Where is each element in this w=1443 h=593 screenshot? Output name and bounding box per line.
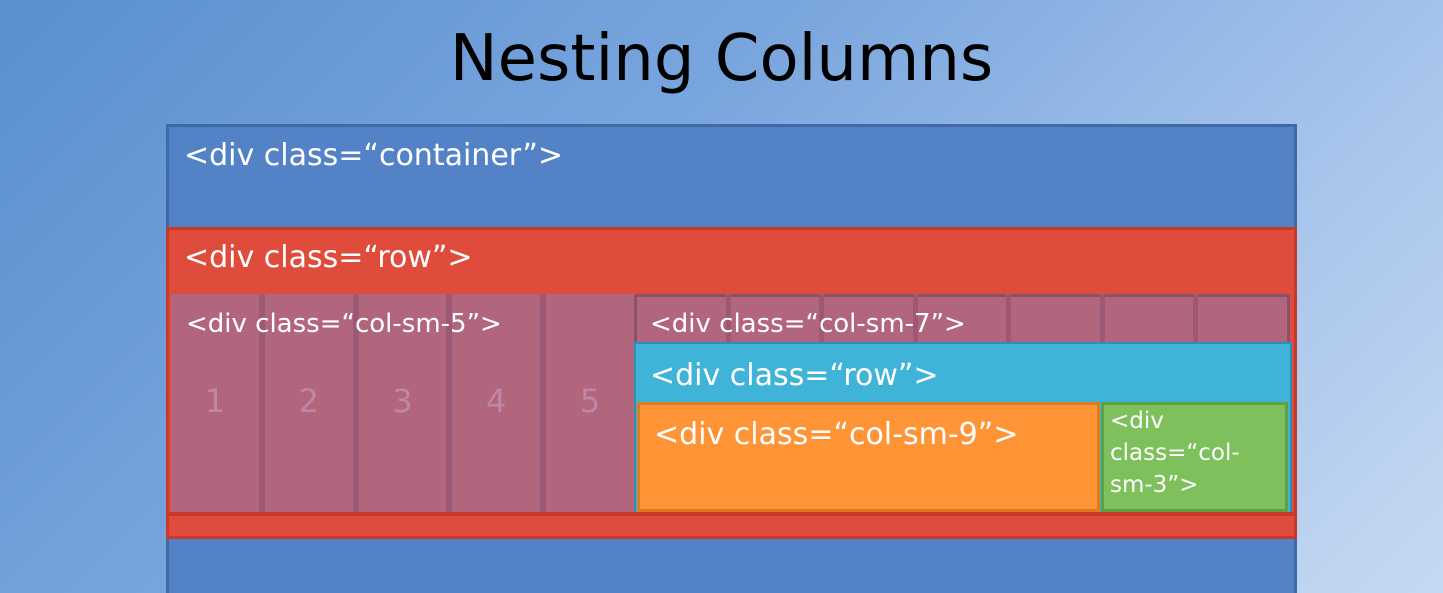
grid-column-number: 1	[204, 382, 226, 420]
col-sm-3-label-line: sm-3”>	[1110, 472, 1199, 498]
grid-column-number: 3	[392, 382, 413, 420]
col-sm-3-label-line: <div	[1110, 408, 1164, 434]
grid-column: 5	[546, 294, 634, 512]
grid-column	[1198, 294, 1287, 342]
row-bottom-edge	[166, 512, 1297, 516]
slide-title: Nesting Columns	[449, 22, 994, 96]
col-sm-9-label: <div class=“col-sm-9”>	[654, 417, 1019, 452]
nested-row-label: <div class=“row”>	[650, 358, 939, 393]
col-sm-7-label: <div class=“col-sm-7”>	[650, 309, 966, 339]
col-sm-5-label: <div class=“col-sm-5”>	[186, 309, 502, 339]
grid-column	[1011, 294, 1105, 342]
row-label: <div class=“row”>	[184, 240, 473, 275]
grid-column-number: 2	[298, 382, 319, 420]
col-sm-3-label: <div class=“col- sm-3”>	[1110, 405, 1280, 501]
container-label: <div class=“container”>	[184, 138, 564, 173]
grid-column-number: 4	[486, 382, 507, 420]
grid-column-number: 5	[579, 382, 601, 420]
grid-column	[1105, 294, 1199, 342]
col-sm-3-label-line: class=“col-	[1110, 440, 1240, 466]
